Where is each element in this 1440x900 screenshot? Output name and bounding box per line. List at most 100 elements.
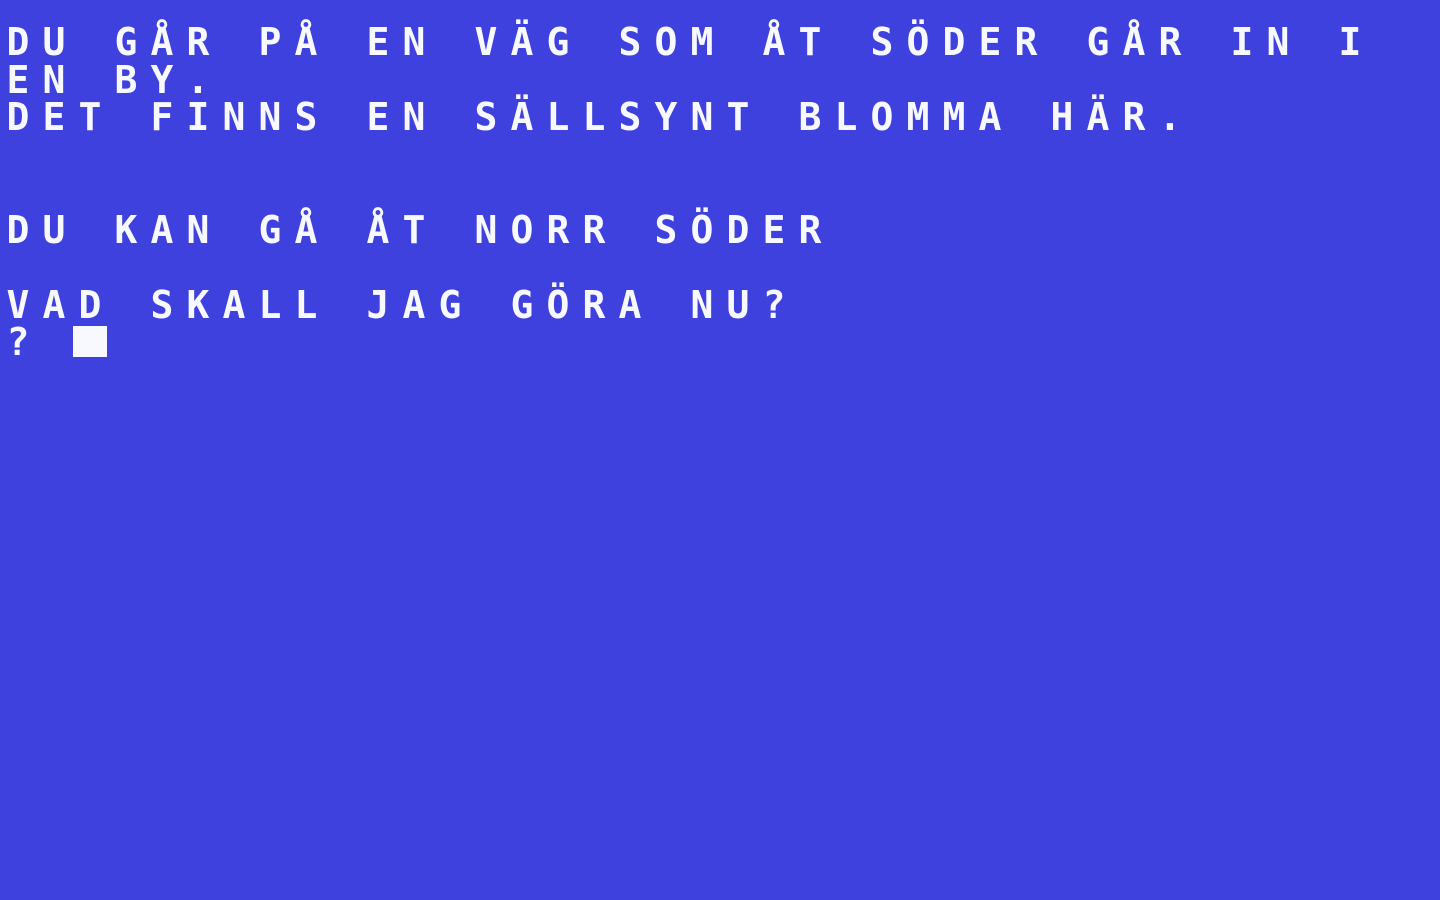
console-char: G — [1086, 20, 1110, 64]
console-char: N — [690, 95, 714, 139]
console-char — [756, 97, 792, 135]
console-char: I — [186, 95, 210, 139]
console-char — [828, 22, 864, 60]
console-char: G — [438, 282, 462, 327]
console-char: E — [6, 57, 30, 102]
console-char — [216, 22, 252, 60]
console-char: T — [78, 95, 102, 139]
console-char: N — [42, 57, 66, 102]
console-char: S — [618, 20, 642, 64]
console-char: D — [726, 207, 750, 252]
console-char — [432, 210, 468, 248]
console-char: L — [258, 282, 282, 327]
console-char: L — [582, 95, 606, 139]
console-char: Ä — [510, 20, 534, 64]
console-char: E — [366, 95, 390, 139]
console-char: G — [510, 282, 534, 327]
text-cursor[interactable] — [72, 322, 108, 360]
console-char — [576, 22, 612, 60]
console-char: L — [834, 95, 858, 139]
console-char: A — [402, 282, 426, 327]
question-line: VAD SKALL JAG GÖRA N U? — [0, 282, 1440, 327]
text-console: DU GÅR PÅ EN VÄG SOM ÅT SÖDER GÅR IN IEN… — [0, 20, 1440, 364]
console-char: E — [978, 20, 1002, 64]
console-char: E — [42, 95, 66, 139]
console-char: N — [1266, 20, 1290, 64]
console-char: B — [114, 57, 138, 102]
console-char: G — [546, 20, 570, 64]
console-char: O — [654, 20, 678, 64]
console-char: H — [1050, 95, 1074, 139]
console-char — [216, 210, 252, 248]
console-char: N — [402, 20, 426, 64]
console-char — [324, 285, 360, 323]
console-char: . — [186, 57, 210, 102]
console-char: M — [942, 95, 966, 139]
console-char — [612, 210, 648, 248]
console-char: ? — [762, 282, 786, 327]
console-char: . — [1158, 95, 1182, 139]
console-char: R — [186, 20, 210, 64]
console-char: D — [942, 20, 966, 64]
console-char: R — [582, 207, 606, 252]
console-char — [720, 22, 756, 60]
console-char: U — [726, 282, 750, 327]
console-char: K — [186, 282, 210, 327]
console-char: I — [1230, 20, 1254, 64]
prompt-char: ? — [6, 320, 30, 364]
console-char — [1296, 22, 1332, 60]
console-char: T — [402, 207, 426, 252]
prompt-line: ? — [0, 320, 1440, 364]
console-char — [324, 22, 360, 60]
console-char: D — [6, 20, 30, 64]
console-char: O — [510, 207, 534, 252]
console-char: N — [690, 282, 714, 327]
console-char: A — [222, 282, 246, 327]
console-char: G — [114, 20, 138, 64]
console-char: R — [1158, 20, 1182, 64]
console-char — [72, 22, 108, 60]
console-char: A — [42, 282, 66, 327]
console-char: T — [726, 95, 750, 139]
console-char: Y — [654, 95, 678, 139]
console-char: G — [258, 207, 282, 252]
console-char: S — [654, 207, 678, 252]
console-char: F — [150, 95, 174, 139]
console-char: R — [1122, 95, 1146, 139]
console-char: E — [366, 20, 390, 64]
console-char: T — [798, 20, 822, 64]
prompt-char — [36, 322, 72, 360]
console-char — [324, 210, 360, 248]
console-char: P — [258, 20, 282, 64]
console-char: D — [6, 95, 30, 139]
console-char: R — [582, 282, 606, 327]
console-char: Ö — [690, 207, 714, 252]
console-char: Å — [150, 20, 174, 64]
console-char — [432, 22, 468, 60]
console-char: N — [258, 95, 282, 139]
console-char: A — [978, 95, 1002, 139]
console-char: N — [186, 207, 210, 252]
console-char: A — [618, 282, 642, 327]
console-char: I — [1338, 20, 1362, 64]
console-char — [72, 210, 108, 248]
item-notice-line: DET FINNS EN SÄLLSYNT BLOMMA HÄR. — [0, 95, 1440, 139]
console-char: V — [6, 282, 30, 327]
console-char: M — [690, 20, 714, 64]
console-char: Å — [294, 20, 318, 64]
console-char: Å — [1122, 20, 1146, 64]
console-char — [108, 285, 144, 323]
console-char: L — [294, 282, 318, 327]
room-description-line-2: EN BY. — [0, 57, 1440, 102]
console-char: Å — [762, 20, 786, 64]
console-char: N — [402, 95, 426, 139]
exits-line: DU KAN GÅ ÅT NORR SÖDER — [0, 207, 1440, 252]
console-char: A — [150, 207, 174, 252]
console-char: S — [150, 282, 174, 327]
console-char: Ö — [546, 282, 570, 327]
console-char — [432, 97, 468, 135]
console-char: Y — [150, 57, 174, 102]
console-char: V — [474, 20, 498, 64]
console-char: M — [906, 95, 930, 139]
